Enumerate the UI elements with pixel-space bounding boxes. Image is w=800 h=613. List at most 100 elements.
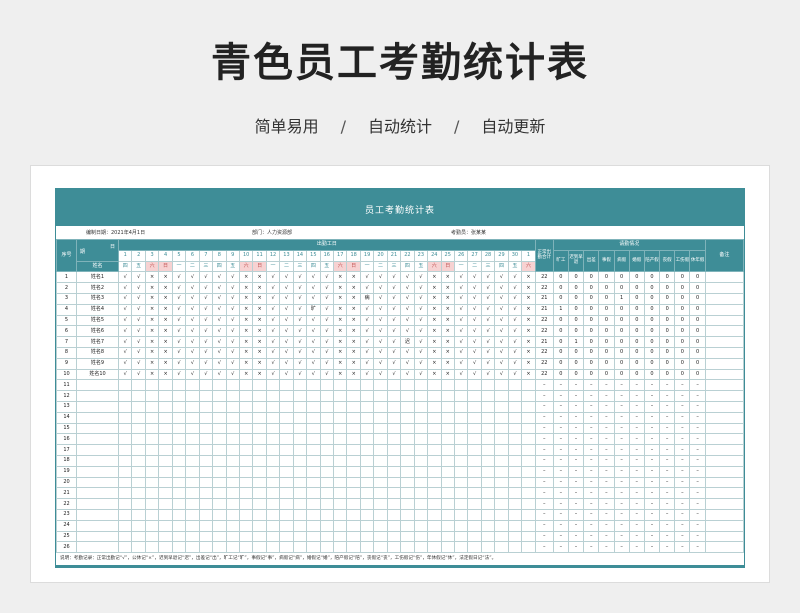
attendance-mark <box>413 476 429 489</box>
attendance-mark <box>359 541 375 554</box>
attendance-mark <box>144 454 160 467</box>
attendance-mark <box>306 411 321 424</box>
attendance-mark <box>373 508 388 521</box>
attendance-mark: 迟 <box>400 336 415 348</box>
attendance-mark: √ <box>386 271 402 284</box>
attendance-mark <box>346 390 361 402</box>
attendance-mark <box>386 476 402 489</box>
attendance-mark: × <box>332 346 348 359</box>
attendance-mark <box>252 530 267 543</box>
attendance-mark <box>346 498 361 510</box>
attendance-mark: √ <box>212 346 227 359</box>
attendance-mark <box>198 390 214 402</box>
attendance-mark: √ <box>225 303 240 316</box>
attendance-mark: × <box>144 368 160 381</box>
attendance-mark <box>453 465 469 478</box>
row-remark <box>704 519 745 532</box>
attendance-mark <box>171 433 187 446</box>
attendance-mark: × <box>238 292 254 305</box>
attendance-mark <box>413 498 429 510</box>
attendance-mark <box>117 508 133 521</box>
row-name: 姓名3 <box>75 292 120 305</box>
attendance-mark <box>158 400 173 413</box>
row-stat: – <box>567 487 585 500</box>
attendance-mark <box>319 444 335 456</box>
attendance-mark <box>131 411 146 424</box>
row-stat: – <box>643 476 661 489</box>
attendance-mark <box>440 422 455 435</box>
attendance-mark <box>467 465 482 478</box>
attendance-mark: √ <box>185 303 200 316</box>
attendance-mark: √ <box>373 314 388 327</box>
attendance-mark <box>427 530 442 543</box>
attendance-mark <box>158 465 173 478</box>
row-stat: – <box>552 519 569 532</box>
attendance-mark <box>346 487 361 500</box>
row-stat: – <box>552 508 569 521</box>
row-stat: – <box>583 530 600 543</box>
day-number: 3 <box>144 249 160 262</box>
attendance-mark: × <box>144 314 160 327</box>
attendance-mark <box>198 498 214 510</box>
row-stat: – <box>689 411 706 424</box>
attendance-mark <box>185 379 200 392</box>
attendance-mark: √ <box>386 368 402 381</box>
attendance-mark <box>453 390 469 402</box>
attendance-mark <box>319 508 335 521</box>
row-stat: 0 <box>643 325 661 338</box>
row-stat: – <box>674 390 691 402</box>
day-number: 2 <box>131 249 146 262</box>
attendance-mark: √ <box>373 346 388 359</box>
row-stat: – <box>613 465 630 478</box>
attendance-mark: × <box>252 325 267 338</box>
attendance-mark <box>265 444 281 456</box>
attendance-mark: √ <box>198 368 214 381</box>
attendance-mark: √ <box>306 368 321 381</box>
attendance-mark: √ <box>400 346 415 359</box>
row-normal-total: 22 <box>534 271 554 284</box>
attendance-mark <box>427 422 442 435</box>
row-stat: 0 <box>674 292 691 305</box>
table-row: 22– – – – – – – – – – – <box>56 498 745 510</box>
attendance-mark <box>346 454 361 467</box>
row-stat: – <box>674 400 691 413</box>
attendance-mark <box>185 498 200 510</box>
attendance-mark <box>185 508 200 521</box>
row-stat: – <box>643 454 661 467</box>
attendance-mark <box>346 411 361 424</box>
row-stat: – <box>583 508 600 521</box>
attendance-mark: × <box>346 325 361 338</box>
attendance-mark: × <box>440 292 455 305</box>
weekday: 五 <box>131 260 146 273</box>
attendance-mark <box>453 444 469 456</box>
table-row: 16– – – – – – – – – – – <box>56 433 745 446</box>
row-stat: – <box>659 541 676 554</box>
attendance-mark <box>252 465 267 478</box>
attendance-mark <box>467 530 482 543</box>
row-stat: – <box>643 422 661 435</box>
row-stat: – <box>552 465 569 478</box>
attendance-mark: √ <box>185 357 200 370</box>
attendance-mark <box>144 519 160 532</box>
attendance-mark: √ <box>386 314 402 327</box>
attendance-mark: √ <box>212 368 227 381</box>
header-leave-stats: 请勤情况 <box>552 239 706 251</box>
attendance-mark: √ <box>117 303 133 316</box>
attendance-mark: √ <box>480 368 496 381</box>
row-stat: 0 <box>583 336 600 348</box>
attendance-mark: × <box>144 346 160 359</box>
attendance-mark: √ <box>373 336 388 348</box>
attendance-mark <box>507 530 523 543</box>
attendance-mark <box>413 411 429 424</box>
attendance-mark: × <box>158 336 173 348</box>
attendance-mark <box>279 498 294 510</box>
row-stat: – <box>583 454 600 467</box>
attendance-mark: √ <box>400 368 415 381</box>
attendance-mark <box>252 433 267 446</box>
row-stat: – <box>674 422 691 435</box>
subtitle-item: 自动统计 <box>367 117 432 136</box>
attendance-mark: √ <box>319 368 335 381</box>
weekday: 六 <box>238 260 254 273</box>
attendance-mark: √ <box>373 271 388 284</box>
attendance-mark: √ <box>480 292 496 305</box>
